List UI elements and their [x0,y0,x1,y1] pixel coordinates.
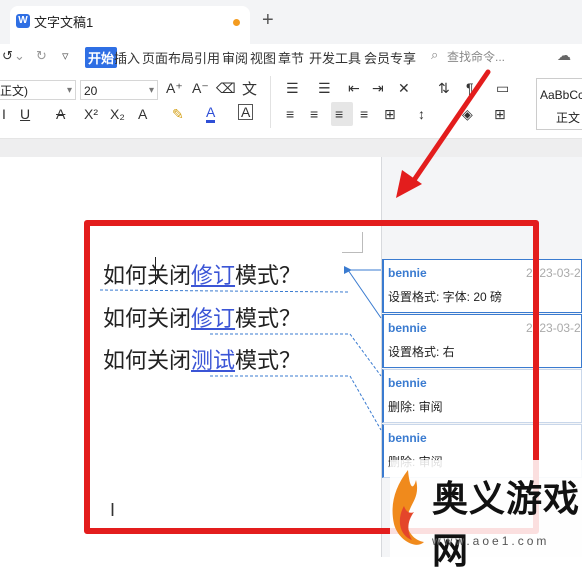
watermark-title: 奥义游戏网 [432,478,581,572]
flame-logo-icon [392,470,424,545]
watermark-url: www.aoe1.com [432,534,550,548]
mouse-ibeam-cursor-icon: I [110,500,116,520]
